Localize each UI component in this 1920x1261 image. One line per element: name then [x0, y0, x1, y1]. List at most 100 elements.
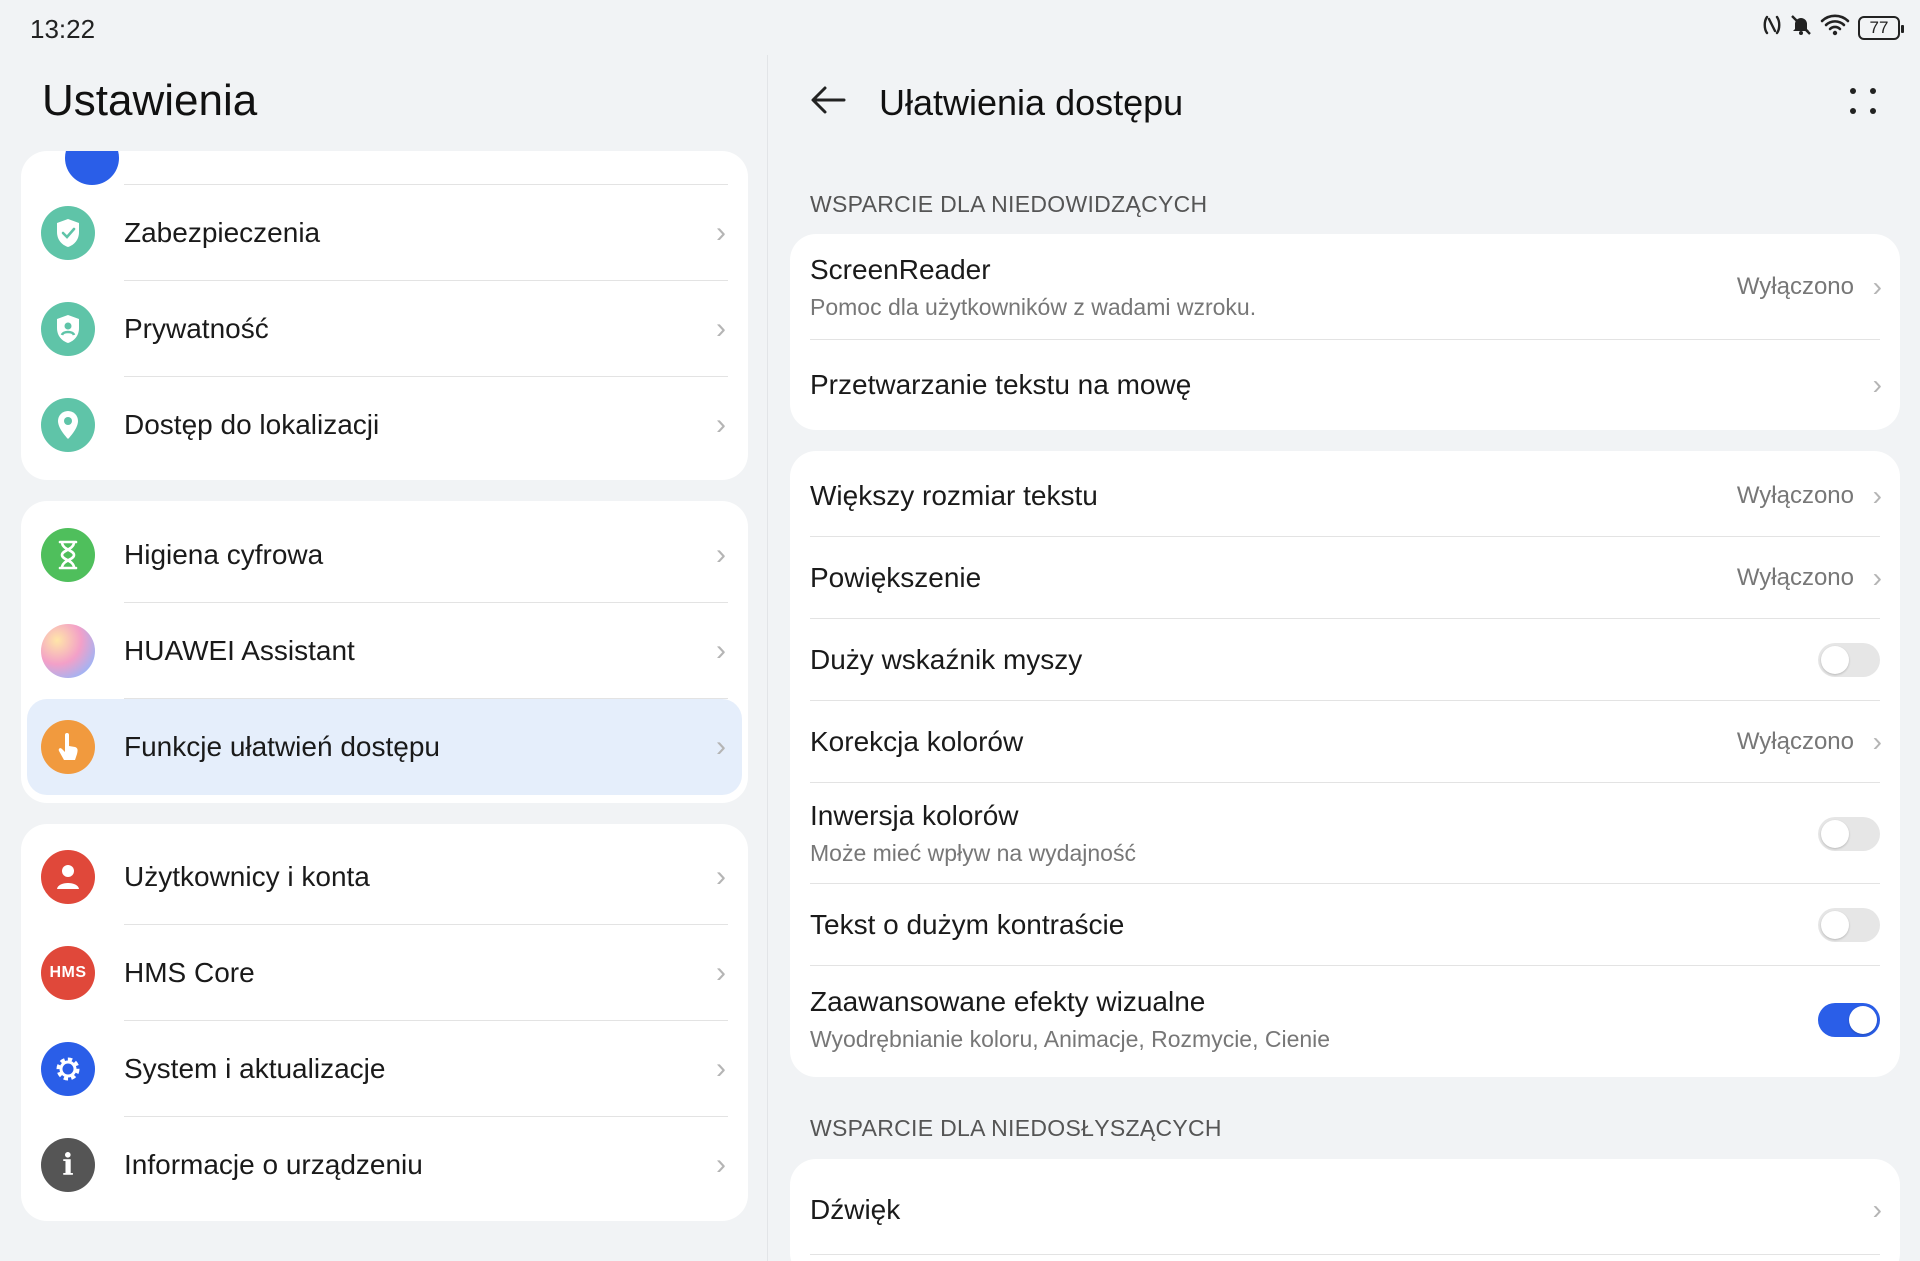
vision-group-1: ScreenReader Pomoc dla użytkowników z wa… — [790, 234, 1900, 430]
chevron-right-icon: › — [716, 1148, 726, 1181]
section-header-hearing: WSPARCIE DLA NIEDOSŁYSZĄCYCH — [810, 1115, 1222, 1141]
row-value: Wyłączono — [1736, 273, 1854, 300]
partial-icon — [65, 151, 119, 185]
chevron-right-icon: › — [716, 216, 726, 249]
location-icon — [41, 398, 95, 452]
sidebar-item-label: HUAWEI Assistant — [124, 635, 355, 666]
row-screenreader[interactable]: ScreenReader Pomoc dla użytkowników z wa… — [790, 234, 1900, 340]
assistant-icon — [41, 624, 95, 678]
sidebar-item-label: Prywatność — [124, 313, 269, 344]
chevron-right-icon: › — [716, 1052, 726, 1085]
sidebar-item-security[interactable]: Zabezpieczenia › — [21, 185, 748, 281]
row-high-contrast-text[interactable]: Tekst o dużym kontraście — [790, 884, 1900, 966]
battery-icon: 77 — [1858, 16, 1904, 40]
sidebar-item-label: Funkcje ułatwień dostępu — [124, 731, 440, 762]
row-title: Dźwięk — [810, 1194, 901, 1225]
sidebar-item-label: Informacje o urządzeniu — [124, 1149, 423, 1180]
sidebar-item-label: Użytkownicy i konta — [124, 861, 370, 892]
info-icon: i — [41, 1138, 95, 1192]
pane-divider — [767, 55, 768, 1261]
high-contrast-toggle[interactable] — [1818, 908, 1880, 942]
sidebar-item-users[interactable]: Użytkownicy i konta › — [21, 829, 748, 925]
page-title: Ustawienia — [42, 76, 258, 125]
status-time: 13:22 — [30, 14, 96, 44]
row-value: Wyłączono — [1736, 482, 1854, 509]
row-advanced-visual-effects[interactable]: Zaawansowane efekty wizualne Wyodrębnian… — [790, 966, 1900, 1073]
back-button[interactable] — [808, 80, 848, 120]
arrow-left-icon — [811, 86, 846, 114]
nfc-icon — [1762, 14, 1782, 42]
chevron-right-icon: › — [1872, 1194, 1882, 1225]
hourglass-icon — [41, 528, 95, 582]
sidebar-item-label: Zabezpieczenia — [124, 217, 321, 248]
sidebar-item-privacy[interactable]: Prywatność › — [21, 281, 748, 377]
row-value: Wyłączono — [1736, 728, 1854, 755]
row-subtitle: Może mieć wpływ na wydajność — [810, 840, 1136, 866]
sidebar-item-label: HMS Core — [124, 957, 255, 988]
row-color-correction[interactable]: Korekcja kolorów Wyłączono › — [790, 701, 1900, 783]
row-text-to-speech[interactable]: Przetwarzanie tekstu na mowę › — [790, 340, 1900, 430]
sidebar-item-label: System i aktualizacje — [124, 1053, 386, 1084]
shield-icon — [41, 206, 95, 260]
row-magnification[interactable]: Powiększenie Wyłączono › — [790, 537, 1900, 619]
sidebar-item-label: Dostęp do lokalizacji — [124, 409, 380, 440]
row-title: Większy rozmiar tekstu — [810, 480, 1098, 511]
section-header-vision: WSPARCIE DLA NIEDOWIDZĄCYCH — [810, 191, 1208, 217]
row-title: Zaawansowane efekty wizualne — [810, 986, 1206, 1017]
wifi-icon — [1820, 14, 1850, 42]
privacy-icon — [41, 302, 95, 356]
sidebar-item-system[interactable]: System i aktualizacje › — [21, 1021, 748, 1117]
vision-group-2: Większy rozmiar tekstu Wyłączono › Powię… — [790, 451, 1900, 1077]
row-title: ScreenReader — [810, 253, 991, 285]
row-title: Powiększenie — [810, 562, 982, 593]
status-icons: 77 — [1762, 14, 1904, 42]
sidebar-item-location[interactable]: Dostęp do lokalizacji › — [21, 377, 748, 473]
chevron-right-icon: › — [716, 860, 726, 893]
chevron-right-icon: › — [716, 408, 726, 441]
chevron-right-icon: › — [1872, 562, 1882, 593]
more-dots-icon — [1850, 88, 1876, 114]
mute-icon — [1790, 14, 1812, 42]
sidebar-item-huawei-assistant[interactable]: HUAWEI Assistant › — [21, 603, 748, 699]
chevron-right-icon: › — [716, 312, 726, 345]
settings-group-security: Zabezpieczenia › Prywatność › Dostęp do … — [21, 151, 748, 480]
row-title: Inwersja kolorów — [810, 800, 1019, 831]
more-options-button[interactable] — [1848, 86, 1878, 116]
row-title: Przetwarzanie tekstu na mowę — [810, 369, 1192, 400]
row-color-inversion[interactable]: Inwersja kolorów Może mieć wpływ na wyda… — [790, 783, 1900, 884]
large-pointer-toggle[interactable] — [1818, 643, 1880, 677]
row-title: Korekcja kolorów — [810, 726, 1024, 757]
hearing-group: Dźwięk › — [790, 1159, 1900, 1261]
hms-icon: HMS — [41, 946, 95, 1000]
row-subtitle: Wyodrębnianie koloru, Animacje, Rozmycie… — [810, 1026, 1331, 1052]
row-title: Duży wskaźnik myszy — [810, 644, 1083, 675]
gear-icon — [41, 1042, 95, 1096]
detail-title: Ułatwienia dostępu — [879, 82, 1184, 123]
row-larger-text[interactable]: Większy rozmiar tekstu Wyłączono › — [790, 455, 1900, 537]
sidebar-item-digital-balance[interactable]: Higiena cyfrowa › — [21, 507, 748, 603]
settings-group-system: Użytkownicy i konta › HMS HMS Core › Sys… — [21, 824, 748, 1221]
sidebar-item-about-device[interactable]: i Informacje o urządzeniu › — [21, 1117, 748, 1213]
chevron-right-icon: › — [716, 730, 726, 763]
row-sound[interactable]: Dźwięk › — [790, 1165, 1900, 1255]
row-subtitle: Pomoc dla użytkowników z wadami wzroku. — [810, 293, 1257, 320]
chevron-right-icon: › — [716, 634, 726, 667]
row-value: Wyłączono — [1736, 564, 1854, 591]
advanced-effects-toggle[interactable] — [1818, 1002, 1880, 1037]
chevron-right-icon: › — [716, 538, 726, 571]
row-title: Tekst o dużym kontraście — [810, 909, 1125, 940]
chevron-right-icon: › — [1872, 726, 1882, 757]
sidebar-item-label: Higiena cyfrowa — [124, 539, 324, 570]
color-inversion-toggle[interactable] — [1818, 816, 1880, 851]
sidebar-item-hms-core[interactable]: HMS HMS Core › — [21, 925, 748, 1021]
chevron-right-icon: › — [1872, 480, 1882, 511]
settings-group-wellbeing: Higiena cyfrowa › HUAWEI Assistant › Fun… — [21, 501, 748, 803]
sidebar-item-accessibility[interactable]: Funkcje ułatwień dostępu › — [27, 699, 742, 795]
hand-icon — [41, 720, 95, 774]
chevron-right-icon: › — [1872, 271, 1882, 302]
partial-row — [21, 151, 748, 185]
user-icon — [41, 850, 95, 904]
row-large-mouse-pointer[interactable]: Duży wskaźnik myszy — [790, 619, 1900, 701]
chevron-right-icon: › — [716, 956, 726, 989]
chevron-right-icon: › — [1872, 369, 1882, 400]
